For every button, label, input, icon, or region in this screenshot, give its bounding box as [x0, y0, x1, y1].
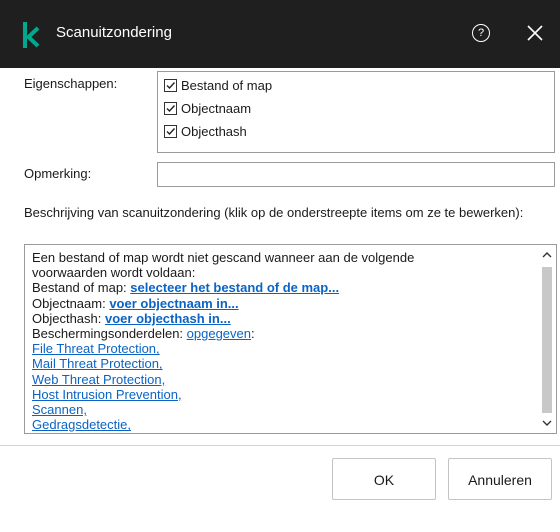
footer-divider [0, 445, 560, 446]
condition-object-name: Objectnaam: voer objectnaam in... [32, 296, 532, 311]
component-link-host-intrusion-prevention[interactable]: Host Intrusion Prevention, [32, 387, 182, 402]
enter-object-name-link[interactable]: voer objectnaam in... [109, 296, 238, 311]
property-label: Objectnaam [181, 101, 252, 116]
help-icon[interactable]: ? [472, 24, 490, 42]
select-file-link[interactable]: selecteer het bestand of de map... [130, 280, 339, 295]
enter-object-hash-link[interactable]: voer objecthash in... [105, 311, 231, 326]
component-link-web-threat-protection[interactable]: Web Threat Protection, [32, 372, 165, 387]
checkbox-checked-icon[interactable] [164, 125, 177, 138]
components-suffix: : [251, 326, 255, 342]
scroll-down-icon[interactable] [541, 417, 553, 429]
component-link-file-threat-protection[interactable]: File Threat Protection, [32, 341, 160, 356]
description-content: Een bestand of map wordt niet gescand wa… [32, 250, 532, 432]
component-link-mail-threat-protection[interactable]: Mail Threat Protection, [32, 356, 163, 371]
description-intro-line: voorwaarden wordt voldaan: [32, 265, 196, 281]
close-icon[interactable] [524, 22, 546, 44]
condition-label: Objecthash: [32, 310, 105, 326]
components-specified-link[interactable]: opgegeven [187, 326, 251, 341]
condition-components: Beschermingsonderdelen: opgegeven: [32, 326, 532, 341]
properties-label: Eigenschappen: [24, 76, 118, 91]
condition-label: Bestand of map: [32, 280, 131, 296]
condition-object-hash: Objecthash: voer objecthash in... [32, 311, 532, 326]
description-scrollbar[interactable] [538, 245, 556, 433]
title-bar: Scanuitzondering ? [0, 0, 560, 68]
exclusion-dialog: Scanuitzondering ? Eigenschappen: Bestan… [0, 0, 560, 532]
properties-list: Bestand of map Objectnaam Objecthash [157, 71, 555, 153]
description-box: Een bestand of map wordt niet gescand wa… [24, 244, 557, 434]
checkbox-checked-icon[interactable] [164, 102, 177, 115]
remark-label: Opmerking: [24, 166, 92, 181]
property-object-name[interactable]: Objectnaam [164, 101, 251, 116]
kaspersky-logo-icon [23, 22, 40, 48]
cancel-button[interactable]: Annuleren [448, 458, 552, 500]
component-link-behavior-detection[interactable]: Gedragsdetectie, [32, 417, 131, 432]
condition-file-or-folder: Bestand of map: selecteer het bestand of… [32, 280, 532, 295]
scroll-up-icon[interactable] [541, 249, 553, 261]
property-object-hash[interactable]: Objecthash [164, 124, 247, 139]
description-intro-line: Een bestand of map wordt niet gescand wa… [32, 250, 415, 265]
scroll-thumb[interactable] [542, 267, 552, 413]
property-label: Objecthash [181, 124, 247, 139]
property-label: Bestand of map [181, 78, 273, 93]
condition-label: Objectnaam: [32, 295, 110, 311]
checkbox-checked-icon[interactable] [164, 79, 177, 92]
description-label: Beschrijving van scanuitzondering (klik … [24, 205, 524, 220]
property-file-or-folder[interactable]: Bestand of map [164, 78, 272, 93]
dialog-title: Scanuitzondering [56, 24, 172, 41]
remark-input[interactable] [157, 162, 555, 187]
component-link-scan[interactable]: Scannen, [32, 402, 87, 417]
condition-label: Beschermingsonderdelen: [32, 326, 187, 342]
ok-button[interactable]: OK [332, 458, 436, 500]
